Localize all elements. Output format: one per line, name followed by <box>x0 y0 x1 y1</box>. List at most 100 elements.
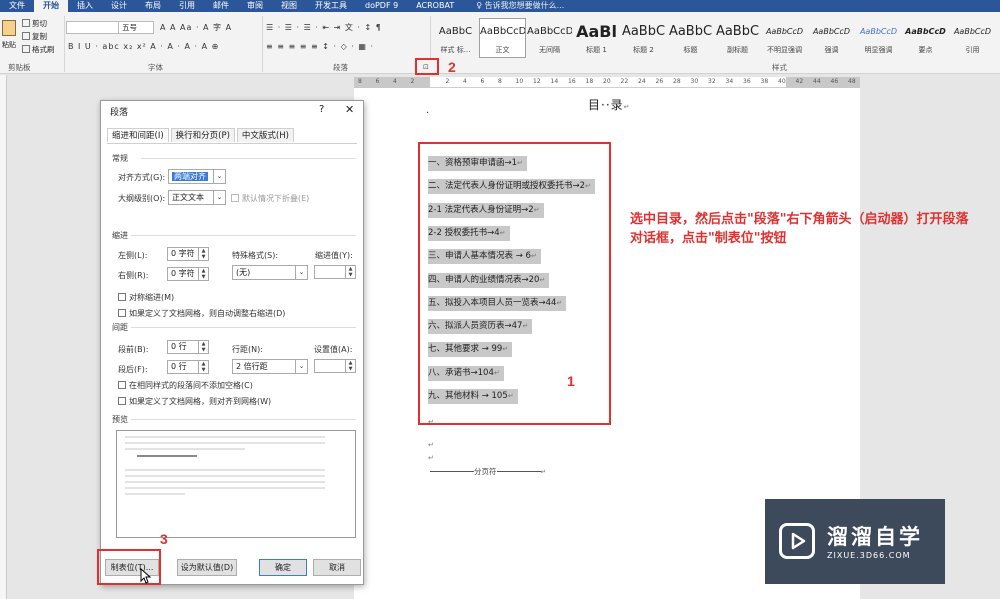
style-item[interactable]: AaBbCcD 明显强调 <box>855 18 902 58</box>
tell-me-search[interactable]: ♀ 告诉我您想要做什么... <box>467 0 573 12</box>
vertical-ruler <box>0 75 7 599</box>
ruler-tick: 38 <box>760 78 769 85</box>
toc-entry[interactable]: 八、承诺书→104↵ <box>428 365 504 381</box>
watermark-subtitle: ZIXUE.3D66.COM <box>827 551 911 560</box>
ribbon-tab[interactable]: 开始 <box>34 0 68 12</box>
alignment-select[interactable]: 两端对齐 ⌄ <box>168 169 226 184</box>
ruler-tick: 8 <box>358 78 362 85</box>
tab-line-page-breaks[interactable]: 换行和分页(P) <box>170 128 235 142</box>
ribbon-tab[interactable]: 设计 <box>102 0 136 12</box>
snap-to-grid-checkbox[interactable]: 如果定义了文档网格，则对齐到网格(W) <box>118 396 271 407</box>
toc-entry-text: 2-2 授权委托书→4 <box>428 227 500 238</box>
paragraph-mark: ↵ <box>530 252 537 261</box>
ribbon-tab[interactable]: 审阅 <box>238 0 272 12</box>
font-size-box[interactable]: 五号 <box>118 21 154 34</box>
ruler-tick: 24 <box>638 78 646 85</box>
toc-entry[interactable]: 2-1 法定代表人身份证明→2↵ <box>428 202 544 218</box>
list-controls[interactable]: ☰ · ☰ · ☰ · ⇤ ⇥ 文 · ↕ ¶ <box>266 22 382 33</box>
left-indent-spinner[interactable]: 0 字符 ▲ ▼ <box>167 247 209 261</box>
collapsed-by-default-checkbox[interactable]: 默认情况下折叠(E) <box>231 193 309 204</box>
space-after-label: 段后(F): <box>118 365 148 374</box>
cut-button[interactable]: 剪切 <box>22 18 47 29</box>
ribbon-tab[interactable]: doPDF 9 <box>356 0 407 12</box>
toc-entry[interactable]: 一、资格预审申请函→1↵ <box>428 156 527 171</box>
toc-entry[interactable]: 五、拟投入本项目人员一览表→44↵ <box>428 295 567 311</box>
page-break-marker: 分页符 ↵ <box>430 466 546 477</box>
ribbon-tab[interactable]: 文件 <box>0 0 34 12</box>
ribbon-tab[interactable]: 插入 <box>68 0 102 12</box>
toc-entry[interactable]: 九、其他材料 → 105↵ <box>428 389 518 404</box>
horizontal-ruler[interactable]: 8 6 4 2 2 4 6 8 10 12 14 16 18 20 22 24 26 28 30 32 34 36 38 40… <box>354 77 860 88</box>
font-size-controls[interactable]: A A Aa · A 字 A <box>160 22 232 33</box>
outline-level-value: 正文文本 <box>172 193 204 202</box>
tab-indents-spacing[interactable]: 缩进和间距(I) <box>107 128 169 142</box>
indent-by-spinner[interactable]: ▲ ▼ <box>314 265 356 279</box>
styles-gallery[interactable]: AaBbC 样式 标... AaBbCcD 正文 AaBbCcD 无间隔 AaBl 标题 1A… <box>432 18 1000 58</box>
style-name: 标题 1 <box>586 46 607 54</box>
space-after-spinner[interactable]: 0 行 ▲ ▼ <box>167 360 209 374</box>
toc-entry[interactable]: 三、申请人基本情况表 → 6↵ <box>428 249 541 265</box>
chevron-down-icon: ⌄ <box>213 170 225 183</box>
style-item[interactable]: AaBbC 样式 标... <box>432 18 479 58</box>
style-item[interactable]: AaBbCcD 无间隔 <box>526 18 573 58</box>
ribbon-tab[interactable]: 布局 <box>136 0 170 12</box>
cancel-button[interactable]: 取消 <box>313 559 361 576</box>
line-spacing-select[interactable]: 2 倍行距 ⌄ <box>232 359 308 374</box>
toc-entry[interactable]: 四、申请人的业绩情况表→20↵ <box>428 272 550 288</box>
ribbon-tab[interactable]: 视图 <box>272 0 306 12</box>
ribbon-tab[interactable]: ACROBAT <box>407 0 463 12</box>
step-1-label: 1 <box>567 373 575 389</box>
preview-line <box>125 481 325 483</box>
ruler-tick: 6 <box>375 78 380 85</box>
format-painter-button[interactable]: 格式刷 <box>22 44 55 55</box>
paragraph-dialog-launcher[interactable]: ⊡ <box>415 58 439 75</box>
no-space-same-style-checkbox[interactable]: 在相同样式的段落间不添加空格(C) <box>118 380 253 391</box>
page-break-label: 分页符 <box>474 467 497 476</box>
style-item[interactable]: AaBbCcD 不明显强调 <box>761 18 808 58</box>
line-spacing-label: 行距(N): <box>232 345 263 354</box>
style-item[interactable]: AaBbC 标题 2 <box>620 18 667 58</box>
style-sample: AaBbC <box>715 24 760 39</box>
spacing-at-spinner[interactable]: ▲ ▼ <box>314 359 356 373</box>
tab-asian-typography[interactable]: 中文版式(H) <box>236 128 294 142</box>
ribbon-tab[interactable]: 开发工具 <box>306 0 356 12</box>
style-sample: AaBbCcD <box>480 26 525 37</box>
paragraph-mark: ↵ <box>499 228 506 237</box>
auto-adjust-indent-checkbox[interactable]: 如果定义了文档网格，则自动调整右缩进(D) <box>118 308 285 319</box>
right-indent-spinner[interactable]: 0 字符 ▲ ▼ <box>167 267 209 281</box>
copy-button[interactable]: 复制 <box>22 31 47 42</box>
preview-line <box>125 436 325 438</box>
outline-level-select[interactable]: 正文文本 ⌄ <box>168 190 226 205</box>
style-item[interactable]: AaBbC 副标题 <box>714 18 761 58</box>
paragraph-mark: ↵ <box>493 368 500 377</box>
space-before-spinner[interactable]: 0 行 ▲ ▼ <box>167 340 209 354</box>
style-item[interactable]: AaBbCcD 正文 <box>479 18 526 58</box>
style-item[interactable]: AaBbCcD 引用 <box>949 18 996 58</box>
help-button[interactable]: ? <box>319 104 324 115</box>
special-indent-select[interactable]: (无) ⌄ <box>232 265 308 280</box>
paste-button[interactable]: 粘贴 <box>2 16 18 58</box>
toc-entry[interactable]: 2-2 授权委托书→4↵ <box>428 225 510 241</box>
close-button[interactable]: ✕ <box>345 103 354 116</box>
ribbon-tab[interactable]: 引用 <box>170 0 204 12</box>
toc-entry[interactable]: 七、其他要求 → 99↵ <box>428 342 513 358</box>
ruler-tick: 34 <box>725 78 734 85</box>
space-before-value: 0 行 <box>171 342 187 351</box>
ok-button[interactable]: 确定 <box>259 559 307 576</box>
toc-entry[interactable]: 六、拟派人员资历表→47↵ <box>428 319 533 335</box>
brush-icon <box>22 45 30 53</box>
font-format-controls[interactable]: B I U · abc x₂ x² A · A · A · A ⊕ <box>68 42 219 51</box>
style-item[interactable]: AaBbCcD 要点 <box>902 18 949 58</box>
alignment-controls[interactable]: ≡ ≡ ≡ ≡ ≡ ↕ · ◇ · ▦ · <box>266 42 374 51</box>
set-as-default-button[interactable]: 设为默认值(D) <box>177 559 237 576</box>
style-name: 不明显强调 <box>767 46 802 54</box>
alignment-label: 对齐方式(G): <box>118 173 166 182</box>
style-item[interactable]: AaBbC 标题 <box>667 18 714 58</box>
style-item[interactable]: AaBbCcD 强调 <box>808 18 855 58</box>
ruler-tick: 2 <box>410 78 415 85</box>
toc-entry[interactable]: 二、法定代表人身份证明或授权委托书→2↵ <box>428 179 595 195</box>
ribbon-tab[interactable]: 邮件 <box>204 0 238 12</box>
mirror-indents-checkbox[interactable]: 对称缩进(M) <box>118 292 174 303</box>
ruler-tick: 12 <box>533 78 541 85</box>
style-item[interactable]: AaBl 标题 1 <box>573 18 620 58</box>
